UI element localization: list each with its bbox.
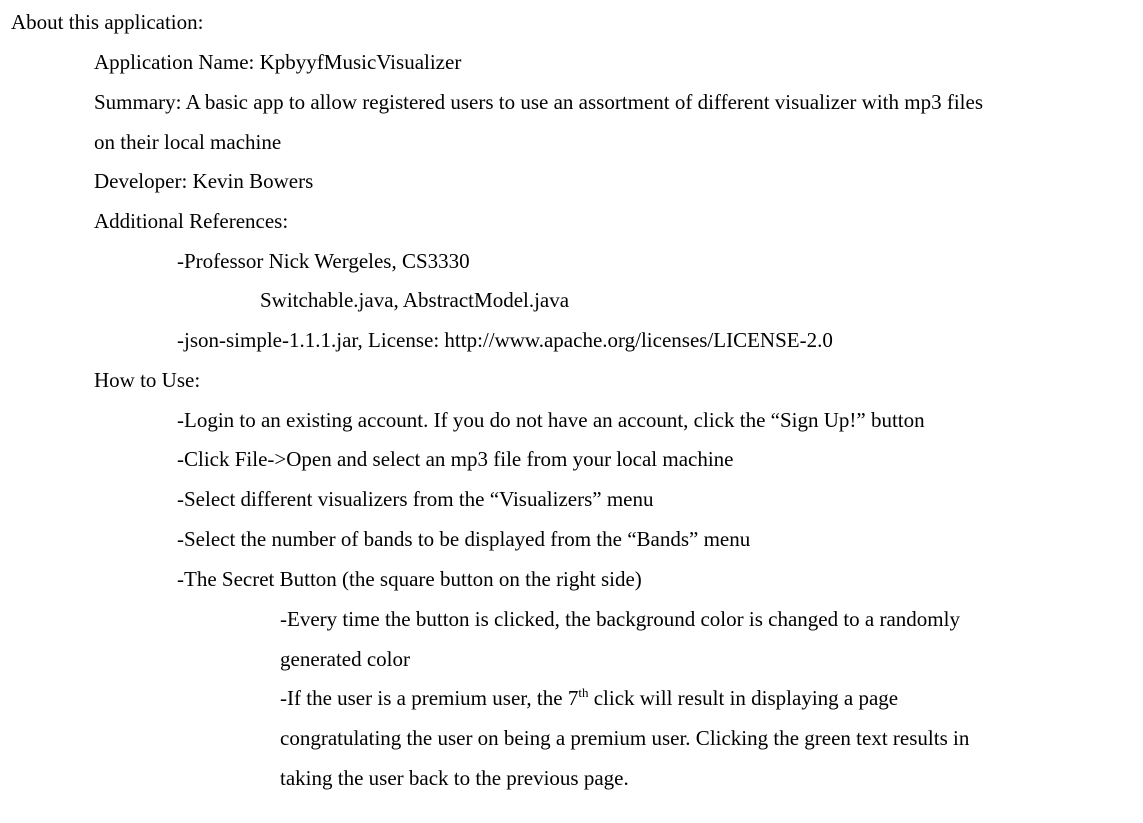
developer: Developer: Kevin Bowers <box>94 169 314 193</box>
reference-json-lib: -json-simple-1.1.1.jar, License: http://… <box>177 328 833 352</box>
how-to-use-label: How to Use: <box>94 368 201 392</box>
premium-line-1-pre: -If the user is a premium user, the 7 <box>280 686 579 710</box>
secret-color-line-1: -Every time the button is clicked, the b… <box>280 607 960 631</box>
secret-premium-line-2: congratulating the user on being a premi… <box>280 726 970 750</box>
secret-color-line-2: generated color <box>280 647 411 671</box>
secret-premium-line-1: -If the user is a premium user, the 7th … <box>280 686 898 710</box>
premium-line-1-post: click will result in displaying a page <box>588 686 899 710</box>
page-heading: About this application: <box>11 10 204 34</box>
step-login: -Login to an existing account. If you do… <box>177 408 925 432</box>
ordinal-superscript: th <box>578 685 589 700</box>
secret-premium-line-3: taking the user back to the previous pag… <box>280 766 629 790</box>
application-name: Application Name: KpbyyfMusicVisualizer <box>94 50 462 74</box>
step-visualizers: -Select different visualizers from the “… <box>177 487 654 511</box>
reference-files: Switchable.java, AbstractModel.java <box>260 288 570 312</box>
document: About this application: Application Name… <box>0 0 1143 823</box>
step-bands: -Select the number of bands to be displa… <box>177 527 751 551</box>
reference-professor: -Professor Nick Wergeles, CS3330 <box>177 249 470 273</box>
summary-line-2: on their local machine <box>94 130 282 154</box>
summary-line-1: Summary: A basic app to allow registered… <box>94 90 983 114</box>
references-label: Additional References: <box>94 209 289 233</box>
step-open-file: -Click File->Open and select an mp3 file… <box>177 447 734 471</box>
step-secret-button: -The Secret Button (the square button on… <box>177 567 642 591</box>
